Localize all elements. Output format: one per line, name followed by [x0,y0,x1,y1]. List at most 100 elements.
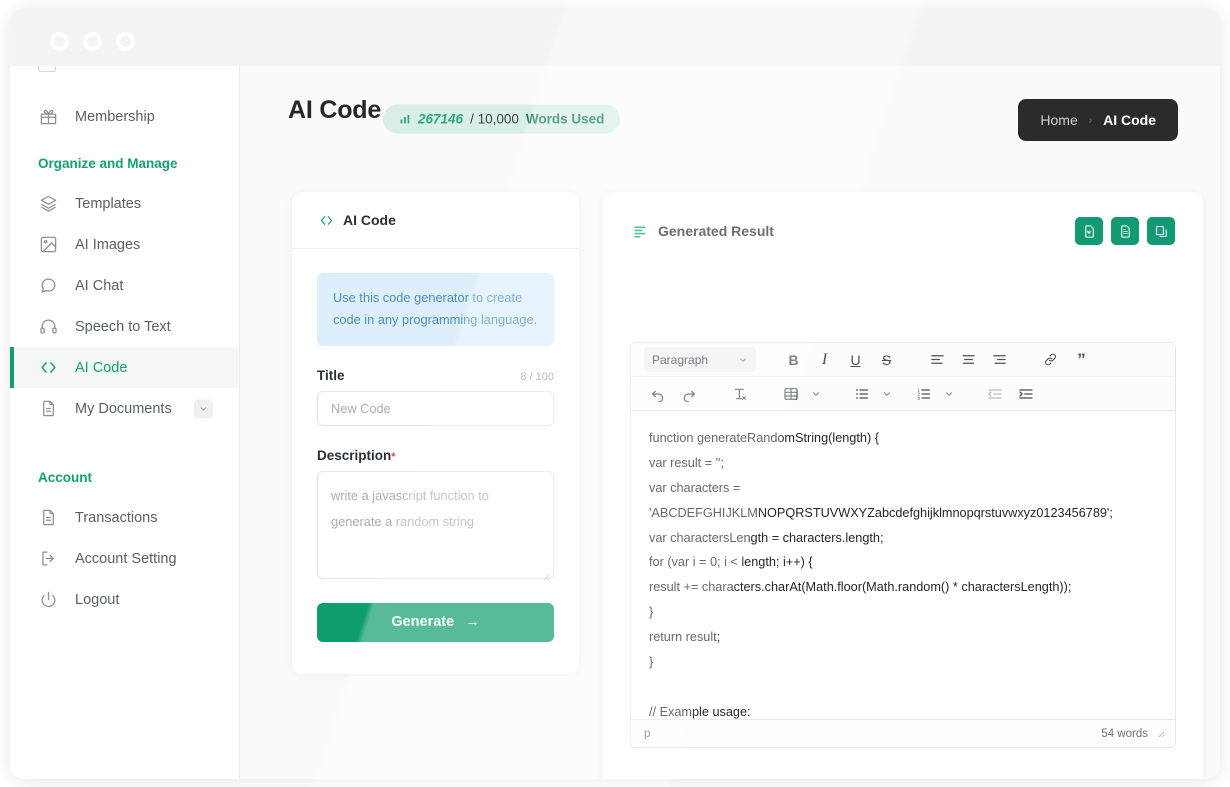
italic-button[interactable]: I [811,347,838,372]
table-button[interactable] [777,381,804,406]
description-wrapper [317,471,554,584]
numbered-list-button[interactable]: 123 [910,381,937,406]
indent-icon [1018,386,1034,402]
clear-format-icon [732,386,748,402]
generate-button[interactable]: Generate → [317,603,554,642]
bullet-list-options-button[interactable] [879,381,895,406]
sidebar-item-label: My Documents [75,401,172,417]
text-document-icon [1118,224,1133,239]
form-card-title: AI Code [343,212,396,228]
table-options-button[interactable] [808,381,824,406]
breadcrumb-current: AI Code [1103,112,1156,128]
sidebar-item-label: AI Code [75,360,127,376]
bold-button[interactable]: B [780,347,807,372]
window-dot-maximize[interactable] [116,32,135,51]
code-brackets-icon [38,357,59,378]
required-asterisk: * [391,451,395,463]
export-button-group [1075,217,1175,245]
words-used-badge: 267146 / 10,000 Words Used [383,105,620,134]
paragraph-style-value: Paragraph [652,353,708,367]
description-input[interactable] [317,471,554,579]
chevron-down-icon [738,355,748,365]
numbered-list-options-button[interactable] [941,381,957,406]
strikethrough-icon: S [882,352,891,368]
clear-format-button[interactable] [726,381,753,406]
window-titlebar [10,8,1220,66]
sidebar-item-speech-to-text[interactable]: Speech to Text [10,306,239,347]
app-window: Membership Organize and Manage Templates… [10,8,1220,779]
editor-word-count: 54 words [1101,728,1148,740]
undo-button[interactable] [644,381,671,406]
bold-icon: B [788,352,798,368]
editor-content[interactable]: function generateRandomString(length) { … [631,411,1175,719]
layers-icon [38,193,59,214]
svg-text:3: 3 [917,396,920,401]
sidebar-item-ai-chat[interactable]: AI Chat [10,265,239,306]
title-input[interactable] [317,391,554,426]
align-center-button[interactable] [955,347,982,372]
power-icon [38,589,59,610]
outdent-button[interactable] [981,381,1008,406]
words-total: / 10,000 [470,112,519,127]
quote-icon: ” [1077,351,1086,368]
resize-grip-icon[interactable] [1156,729,1165,738]
description-label: Description* [317,448,396,463]
strikethrough-button[interactable]: S [873,347,900,372]
sidebar-section-account: Account [10,451,239,485]
main-content: AI Code 267146 / 10,000 Words Used Home … [240,66,1220,779]
sidebar-item-label: Speech to Text [75,319,171,335]
table-icon [783,386,799,402]
document-icon [38,507,59,528]
window-dot-close[interactable] [50,32,69,51]
sidebar-item-my-documents[interactable]: My Documents [10,388,239,429]
page-title: AI Code [288,96,381,125]
sidebar-item-account-setting[interactable]: Account Setting [10,538,239,579]
page-header: AI Code 267146 / 10,000 Words Used Home … [240,66,1220,162]
copy-button[interactable] [1147,217,1175,245]
chevron-down-icon [882,389,892,399]
gift-icon [38,106,59,127]
editor-status-right: 54 words [1101,728,1165,740]
undo-arrow-icon [650,386,666,402]
headphones-icon [38,316,59,337]
redo-button[interactable] [675,381,702,406]
sidebar-item-label: AI Chat [75,278,123,294]
copy-icon [1154,224,1169,239]
window-controls [50,32,135,51]
align-right-icon [992,352,1007,367]
sidebar-item-label: Transactions [75,510,157,526]
sidebar-section-organize: Organize and Manage [10,137,239,171]
breadcrumb-home[interactable]: Home [1040,112,1077,128]
document-icon [38,398,59,419]
italic-icon: I [822,351,827,369]
outdent-icon [987,386,1003,402]
ai-code-form-card: AI Code Use this code generator to creat… [292,192,579,674]
indent-button[interactable] [1012,381,1039,406]
sidebar-item-templates[interactable]: Templates [10,183,239,224]
sidebar-item-membership[interactable]: Membership [10,96,239,137]
align-left-button[interactable] [924,347,951,372]
link-button[interactable] [1037,347,1064,372]
sidebar-item-cutoff [38,66,56,72]
words-used-count: 267146 [418,112,463,127]
sidebar-item-logout[interactable]: Logout [10,579,239,620]
generate-button-label: Generate [391,614,454,630]
export-word-button[interactable] [1075,217,1103,245]
sidebar-item-ai-images[interactable]: AI Images [10,224,239,265]
sidebar-item-label: Templates [75,196,141,212]
paragraph-style-select[interactable]: Paragraph [644,347,756,372]
underline-button[interactable]: U [842,347,869,372]
bullet-list-button[interactable] [848,381,875,406]
blockquote-button[interactable]: ” [1068,347,1095,372]
sidebar-item-transactions[interactable]: Transactions [10,497,239,538]
window-dot-minimize[interactable] [83,32,102,51]
form-card-body: Use this code generator to create code i… [292,249,579,642]
info-message: Use this code generator to create code i… [317,273,554,346]
align-right-button[interactable] [986,347,1013,372]
align-center-icon [961,352,976,367]
export-text-button[interactable] [1111,217,1139,245]
description-field-labels: Description* [317,448,554,463]
sidebar-item-ai-code[interactable]: AI Code [10,347,239,388]
chevron-down-icon[interactable] [194,399,213,418]
list-lines-icon [633,224,648,239]
